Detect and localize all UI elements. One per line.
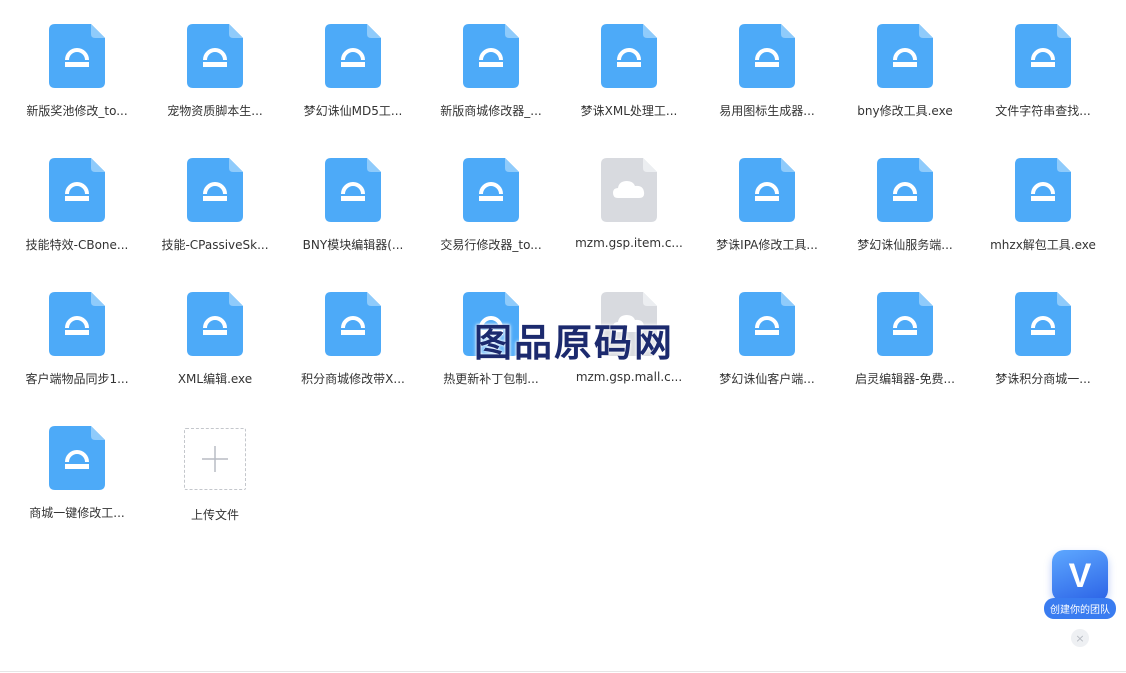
exe-file-icon[interactable]: [739, 22, 795, 88]
exe-file-icon[interactable]: [187, 290, 243, 356]
watermark-text: 图品原码网: [474, 320, 675, 365]
file-name[interactable]: 易用图标生成器...: [700, 102, 834, 119]
team-v-badge-icon[interactable]: V: [1052, 550, 1108, 602]
file-name[interactable]: 启灵编辑器-免费...: [838, 370, 972, 387]
file-item[interactable]: 技能特效-CBone...: [8, 156, 146, 290]
file-name[interactable]: 新版奖池修改_to...: [10, 102, 144, 119]
exe-file-icon[interactable]: [739, 290, 795, 356]
file-item[interactable]: mhzx解包工具.exe: [974, 156, 1112, 290]
file-name[interactable]: 技能特效-CBone...: [10, 236, 144, 253]
create-team-widget[interactable]: V 创建你的团队 ×: [1038, 550, 1122, 650]
upload-file-tile[interactable]: 上传文件: [146, 424, 284, 558]
file-item[interactable]: 客户端物品同步1...: [8, 290, 146, 424]
file-name[interactable]: mzm.gsp.item.c...: [562, 236, 696, 250]
file-name[interactable]: 客户端物品同步1...: [10, 370, 144, 387]
exe-file-icon[interactable]: [877, 156, 933, 222]
cloud-file-icon[interactable]: [601, 156, 657, 222]
file-item[interactable]: 启灵编辑器-免费...: [836, 290, 974, 424]
file-name[interactable]: 梦幻诛仙MD5工...: [286, 102, 420, 119]
create-team-label[interactable]: 创建你的团队: [1044, 598, 1116, 619]
exe-file-icon[interactable]: [1015, 156, 1071, 222]
file-name[interactable]: 梦诛IPA修改工具...: [700, 236, 834, 253]
file-name[interactable]: 梦幻诛仙服务端...: [838, 236, 972, 253]
file-name[interactable]: 交易行修改器_to...: [424, 236, 558, 253]
bottom-divider: [0, 671, 1126, 672]
exe-file-icon[interactable]: [1015, 22, 1071, 88]
file-item[interactable]: 宠物资质脚本生...: [146, 22, 284, 156]
file-name[interactable]: 梦幻诛仙客户端...: [700, 370, 834, 387]
exe-file-icon[interactable]: [463, 156, 519, 222]
file-name[interactable]: mzm.gsp.mall.c...: [562, 370, 696, 384]
file-item[interactable]: BNY模块编辑器(...: [284, 156, 422, 290]
exe-file-icon[interactable]: [1015, 290, 1071, 356]
file-item[interactable]: 商城一键修改工...: [8, 424, 146, 558]
file-item[interactable]: bny修改工具.exe: [836, 22, 974, 156]
exe-file-icon[interactable]: [49, 22, 105, 88]
exe-file-icon[interactable]: [463, 22, 519, 88]
file-name[interactable]: 商城一键修改工...: [10, 504, 144, 521]
exe-file-icon[interactable]: [325, 22, 381, 88]
file-name[interactable]: 梦诛XML处理工...: [562, 102, 696, 119]
exe-file-icon[interactable]: [325, 290, 381, 356]
file-item[interactable]: 积分商城修改带X...: [284, 290, 422, 424]
file-item[interactable]: 易用图标生成器...: [698, 22, 836, 156]
exe-file-icon[interactable]: [877, 290, 933, 356]
file-name[interactable]: 新版商城修改器_...: [424, 102, 558, 119]
file-name[interactable]: 梦诛积分商城一...: [976, 370, 1110, 387]
file-item[interactable]: 梦诛XML处理工...: [560, 22, 698, 156]
file-item[interactable]: 梦幻诛仙MD5工...: [284, 22, 422, 156]
upload-button[interactable]: [184, 428, 246, 490]
file-item[interactable]: mzm.gsp.item.c...: [560, 156, 698, 290]
file-item[interactable]: 梦幻诛仙服务端...: [836, 156, 974, 290]
exe-file-icon[interactable]: [49, 156, 105, 222]
file-name[interactable]: 宠物资质脚本生...: [148, 102, 282, 119]
file-name[interactable]: 文件字符串查找...: [976, 102, 1110, 119]
file-name[interactable]: XML编辑.exe: [148, 370, 282, 387]
file-item[interactable]: 新版奖池修改_to...: [8, 22, 146, 156]
file-item[interactable]: 梦诛IPA修改工具...: [698, 156, 836, 290]
exe-file-icon[interactable]: [325, 156, 381, 222]
file-item[interactable]: 交易行修改器_to...: [422, 156, 560, 290]
plus-icon: [202, 446, 228, 472]
file-item[interactable]: 文件字符串查找...: [974, 22, 1112, 156]
file-name[interactable]: 积分商城修改带X...: [286, 370, 420, 387]
file-name[interactable]: BNY模块编辑器(...: [286, 236, 420, 253]
exe-file-icon[interactable]: [601, 22, 657, 88]
file-item[interactable]: 新版商城修改器_...: [422, 22, 560, 156]
exe-file-icon[interactable]: [49, 424, 105, 490]
exe-file-icon[interactable]: [187, 22, 243, 88]
file-name[interactable]: 热更新补丁包制...: [424, 370, 558, 387]
upload-file-label[interactable]: 上传文件: [148, 506, 282, 523]
file-item[interactable]: 梦诛积分商城一...: [974, 290, 1112, 424]
close-icon[interactable]: ×: [1071, 629, 1089, 647]
file-item[interactable]: 技能-CPassiveSk...: [146, 156, 284, 290]
file-name[interactable]: 技能-CPassiveSk...: [148, 236, 282, 253]
exe-file-icon[interactable]: [187, 156, 243, 222]
file-grid: 新版奖池修改_to... 宠物资质脚本生... 梦幻诛仙MD5工... 新版商城修改器…: [8, 22, 1112, 558]
file-item[interactable]: 梦幻诛仙客户端...: [698, 290, 836, 424]
exe-file-icon[interactable]: [877, 22, 933, 88]
file-item[interactable]: XML编辑.exe: [146, 290, 284, 424]
exe-file-icon[interactable]: [739, 156, 795, 222]
file-name[interactable]: mhzx解包工具.exe: [976, 236, 1110, 253]
exe-file-icon[interactable]: [49, 290, 105, 356]
file-name[interactable]: bny修改工具.exe: [838, 102, 972, 119]
